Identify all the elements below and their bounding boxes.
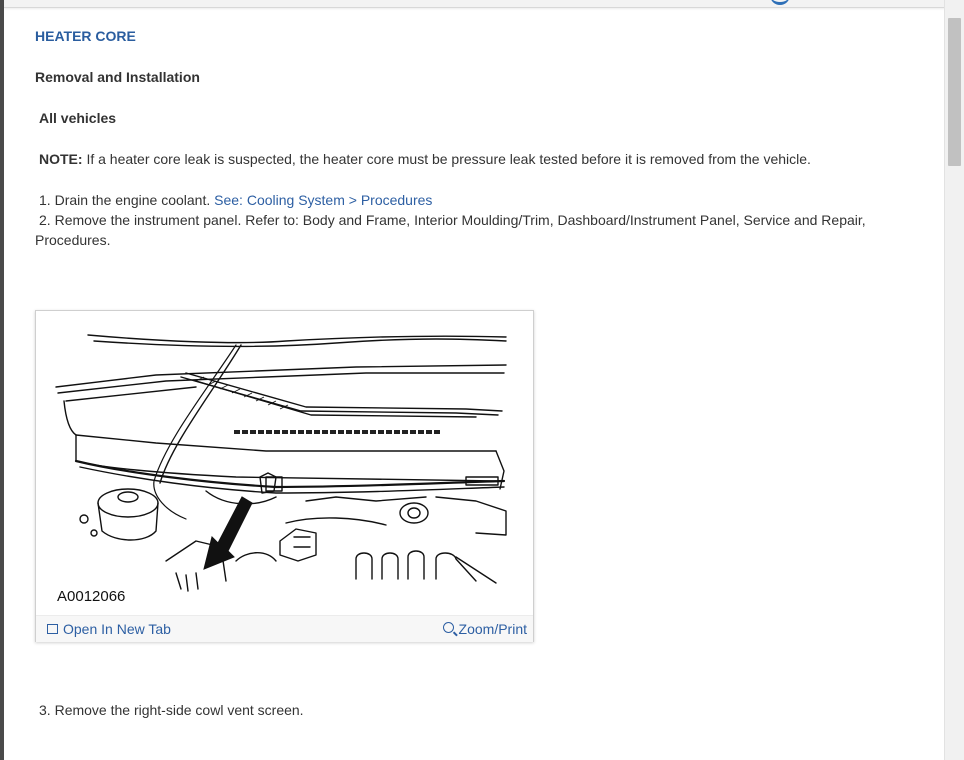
figure-toolbar: Open In New Tab Zoom/Print — [36, 615, 533, 642]
vertical-scrollbar[interactable] — [944, 0, 964, 760]
figure-label: A0012066 — [57, 588, 126, 605]
top-toolbar-edge — [4, 0, 945, 8]
zoom-magnifier-icon — [442, 622, 454, 633]
note-text: If a heater core leak is suspected, the … — [82, 151, 811, 167]
left-window-border — [0, 0, 4, 760]
note-label: NOTE: — [39, 151, 83, 167]
pointer-arrow — [203, 496, 253, 570]
page-subtitle: Removal and Installation — [35, 69, 200, 85]
step-2-text: Remove the instrument panel. Refer to: B… — [50, 212, 866, 228]
zoom-print-label: Zoom/Print — [458, 621, 527, 637]
open-new-tab-icon — [47, 624, 58, 634]
step-2: 2. Remove the instrument panel. Refer to… — [35, 210, 879, 250]
step-1-number: 1. — [39, 192, 51, 208]
page-title: HEATER CORE — [35, 28, 136, 44]
open-in-new-tab-label: Open In New Tab — [63, 621, 171, 637]
cowl-illustration — [55, 334, 507, 592]
note-paragraph: NOTE: If a heater core leak is suspected… — [39, 151, 811, 167]
zoom-print-button[interactable]: Zoom/Print — [442, 621, 527, 637]
step-3: 3. Remove the right-side cowl vent scree… — [39, 700, 879, 720]
step-1-text: Drain the engine coolant. — [50, 192, 215, 208]
step-1: 1. Drain the engine coolant. See: Coolin… — [39, 190, 879, 210]
open-in-new-tab-button[interactable]: Open In New Tab — [47, 621, 171, 637]
section-heading: All vehicles — [39, 110, 117, 126]
cooling-system-link[interactable]: See: Cooling System > Procedures — [214, 192, 432, 208]
step-3-number: 3. — [39, 702, 51, 718]
scrollbar-thumb[interactable] — [948, 18, 961, 166]
step-2-text-cont: Procedures. — [35, 232, 111, 248]
step-2-number: 2. — [39, 212, 51, 228]
figure-panel: A0012066 Open In New Tab Zoom/Print — [35, 310, 534, 642]
toolbar-icon[interactable] — [770, 0, 790, 5]
step-3-text: Remove the right-side cowl vent screen. — [50, 702, 304, 718]
